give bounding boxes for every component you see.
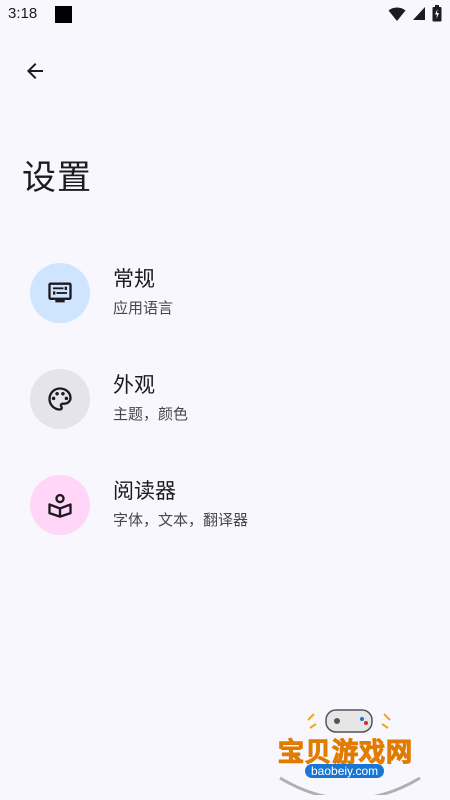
settings-item-icon-bg bbox=[30, 475, 90, 535]
battery-icon bbox=[432, 5, 442, 22]
settings-item-appearance[interactable]: 外观 主题，颜色 bbox=[0, 354, 450, 460]
wifi-icon bbox=[388, 7, 406, 21]
settings-item-subtitle: 应用语言 bbox=[113, 299, 174, 317]
settings-item-subtitle: 字体，文本，翻译器 bbox=[113, 511, 249, 529]
local-library-icon bbox=[48, 493, 72, 518]
arrow-back-icon bbox=[27, 63, 43, 79]
page-title: 设置 bbox=[22, 158, 92, 198]
notification-icon bbox=[55, 6, 72, 23]
settings-item-subtitle: 主题，颜色 bbox=[113, 405, 189, 423]
settings-item-icon-bg bbox=[30, 369, 90, 429]
status-time: 3:18 bbox=[8, 5, 38, 22]
status-icons bbox=[388, 5, 442, 22]
palette-icon bbox=[48, 387, 72, 411]
display-settings-icon bbox=[48, 282, 72, 303]
watermark-logo: 宝贝游戏网 baobeiy.com bbox=[270, 700, 430, 795]
status-bar: 3:18 bbox=[0, 0, 450, 30]
settings-item-title: 常规 bbox=[113, 267, 155, 291]
settings-item-general[interactable]: 常规 应用语言 bbox=[0, 248, 450, 354]
settings-item-reader[interactable]: 阅读器 字体，文本，翻译器 bbox=[0, 460, 450, 566]
settings-item-title: 外观 bbox=[113, 373, 155, 397]
signal-icon bbox=[413, 7, 425, 20]
settings-item-text: 常规 应用语言 bbox=[113, 264, 173, 319]
watermark-url: baobeiy.com bbox=[305, 764, 385, 778]
settings-list: 常规 应用语言 外观 主题，颜色 阅读器 字体，文本，翻译器 bbox=[0, 248, 450, 566]
settings-item-title: 阅读器 bbox=[113, 479, 176, 503]
settings-item-text: 阅读器 字体，文本，翻译器 bbox=[113, 476, 248, 531]
settings-item-icon-bg bbox=[30, 263, 90, 323]
back-button[interactable] bbox=[14, 50, 56, 92]
settings-item-text: 外观 主题，颜色 bbox=[113, 370, 188, 425]
